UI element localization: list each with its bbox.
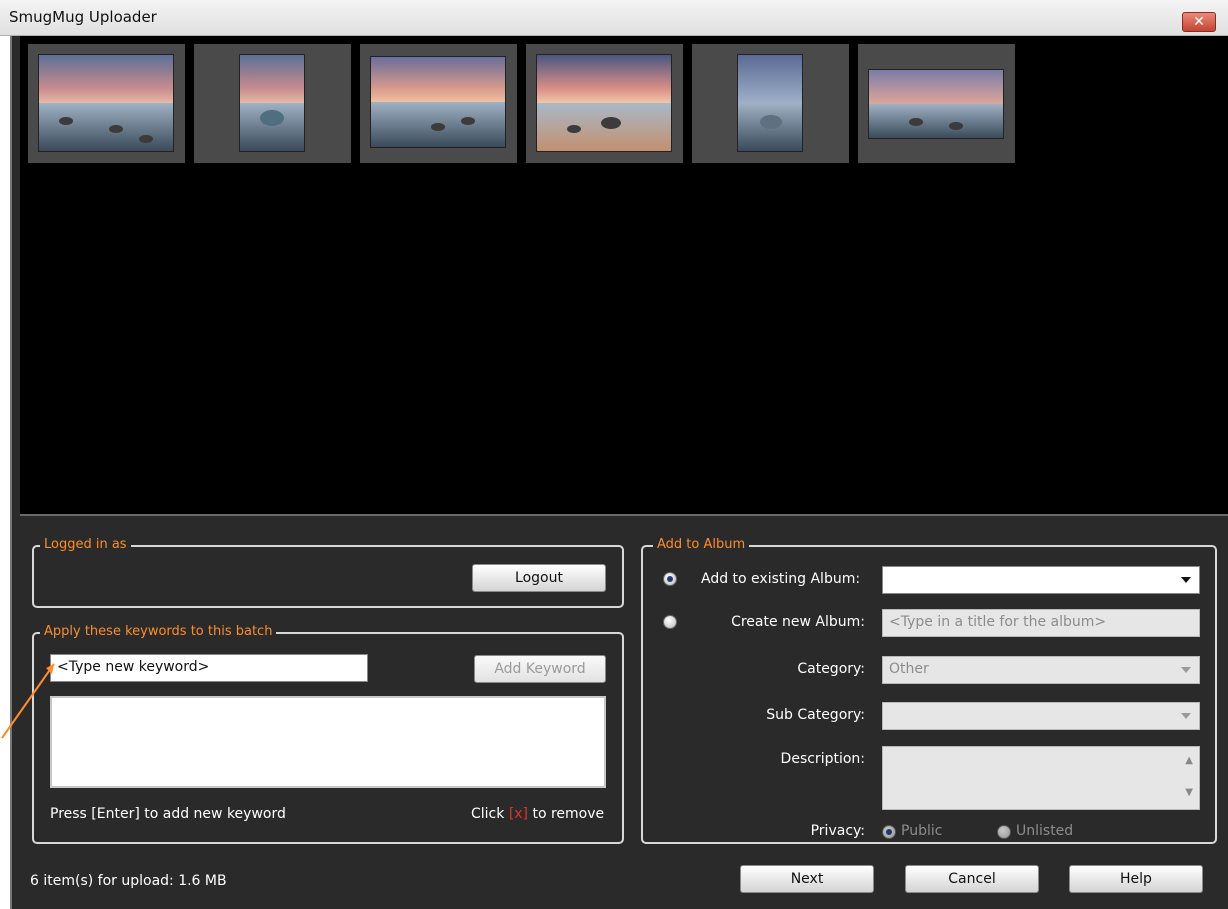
logout-button[interactable]: Logout: [472, 564, 606, 592]
keyword-remove-hint: Click [x] to remove: [471, 806, 605, 822]
logged-in-group: Logged in as Logout: [32, 537, 624, 608]
upload-status: 6 item(s) for upload: 1.6 MB: [30, 873, 227, 889]
keyword-list[interactable]: [50, 696, 606, 788]
title-bar[interactable]: SmugMug Uploader ✕: [0, 0, 1228, 36]
subcategory-label: Sub Category:: [766, 707, 865, 723]
thumbnail-image: [868, 69, 1004, 139]
existing-album-radio[interactable]: [663, 572, 677, 586]
chevron-down-icon: [1181, 577, 1191, 583]
category-value: Other: [889, 661, 929, 677]
thumbnail-5[interactable]: [692, 44, 849, 163]
keyword-input-placeholder: <Type new keyword>: [57, 659, 210, 675]
close-button[interactable]: ✕: [1182, 12, 1216, 32]
keywords-group: Apply these keywords to this batch <Type…: [32, 624, 624, 844]
keyword-enter-hint: Press [Enter] to add new keyword: [50, 806, 286, 822]
privacy-public-radio[interactable]: [882, 825, 896, 839]
privacy-label: Privacy:: [810, 823, 865, 839]
thumbnail-2[interactable]: [194, 44, 351, 163]
album-group: Add to Album Add to existing Album: Crea…: [641, 537, 1217, 844]
thumbnail-image: [38, 54, 174, 152]
keywords-legend: Apply these keywords to this batch: [40, 624, 277, 639]
thumbnail-6[interactable]: [858, 44, 1015, 163]
new-album-radio[interactable]: [663, 615, 677, 629]
window-title: SmugMug Uploader: [9, 8, 157, 26]
uploader-window: SmugMug Uploader ✕ Logged in as Logout A…: [0, 0, 1228, 909]
thumbnail-image: [370, 56, 506, 148]
privacy-public-label: Public: [901, 823, 943, 839]
thumbnail-3[interactable]: [360, 44, 517, 163]
cancel-button[interactable]: Cancel: [905, 865, 1039, 893]
scroll-down-icon[interactable]: ▼: [1185, 787, 1193, 798]
existing-album-label: Add to existing Album:: [701, 571, 861, 587]
add-keyword-button[interactable]: Add Keyword: [474, 655, 606, 683]
description-textarea[interactable]: ▲ ▼: [882, 746, 1200, 810]
remove-x-marker: [x]: [508, 806, 529, 822]
category-label: Category:: [797, 661, 865, 677]
album-legend: Add to Album: [653, 537, 750, 552]
thumbnail-image: [737, 54, 803, 152]
category-dropdown[interactable]: Other: [882, 656, 1200, 684]
annotation-pointer-line: [1, 663, 55, 739]
logged-in-legend: Logged in as: [40, 537, 131, 552]
new-album-label: Create new Album:: [731, 614, 865, 630]
new-album-title-input[interactable]: <Type in a title for the album>: [882, 609, 1200, 637]
thumbnail-1[interactable]: [28, 44, 185, 163]
subcategory-dropdown[interactable]: [882, 702, 1200, 730]
privacy-unlisted-label: Unlisted: [1016, 823, 1074, 839]
description-label: Description:: [780, 751, 865, 767]
content-area: Logged in as Logout Apply these keywords…: [10, 36, 1228, 909]
privacy-unlisted-radio[interactable]: [997, 825, 1011, 839]
thumbnail-image: [536, 54, 672, 152]
thumbnail-4[interactable]: [526, 44, 683, 163]
help-button[interactable]: Help: [1069, 865, 1203, 893]
thumbnail-image: [239, 54, 305, 152]
new-album-placeholder: <Type in a title for the album>: [889, 614, 1107, 630]
thumbnail-preview-area[interactable]: [20, 36, 1228, 516]
scroll-up-icon[interactable]: ▲: [1185, 755, 1193, 766]
existing-album-dropdown[interactable]: [882, 566, 1200, 594]
chevron-down-icon: [1181, 667, 1191, 673]
chevron-down-icon: [1181, 713, 1191, 719]
keyword-input[interactable]: <Type new keyword>: [50, 654, 368, 682]
next-button[interactable]: Next: [740, 865, 874, 893]
